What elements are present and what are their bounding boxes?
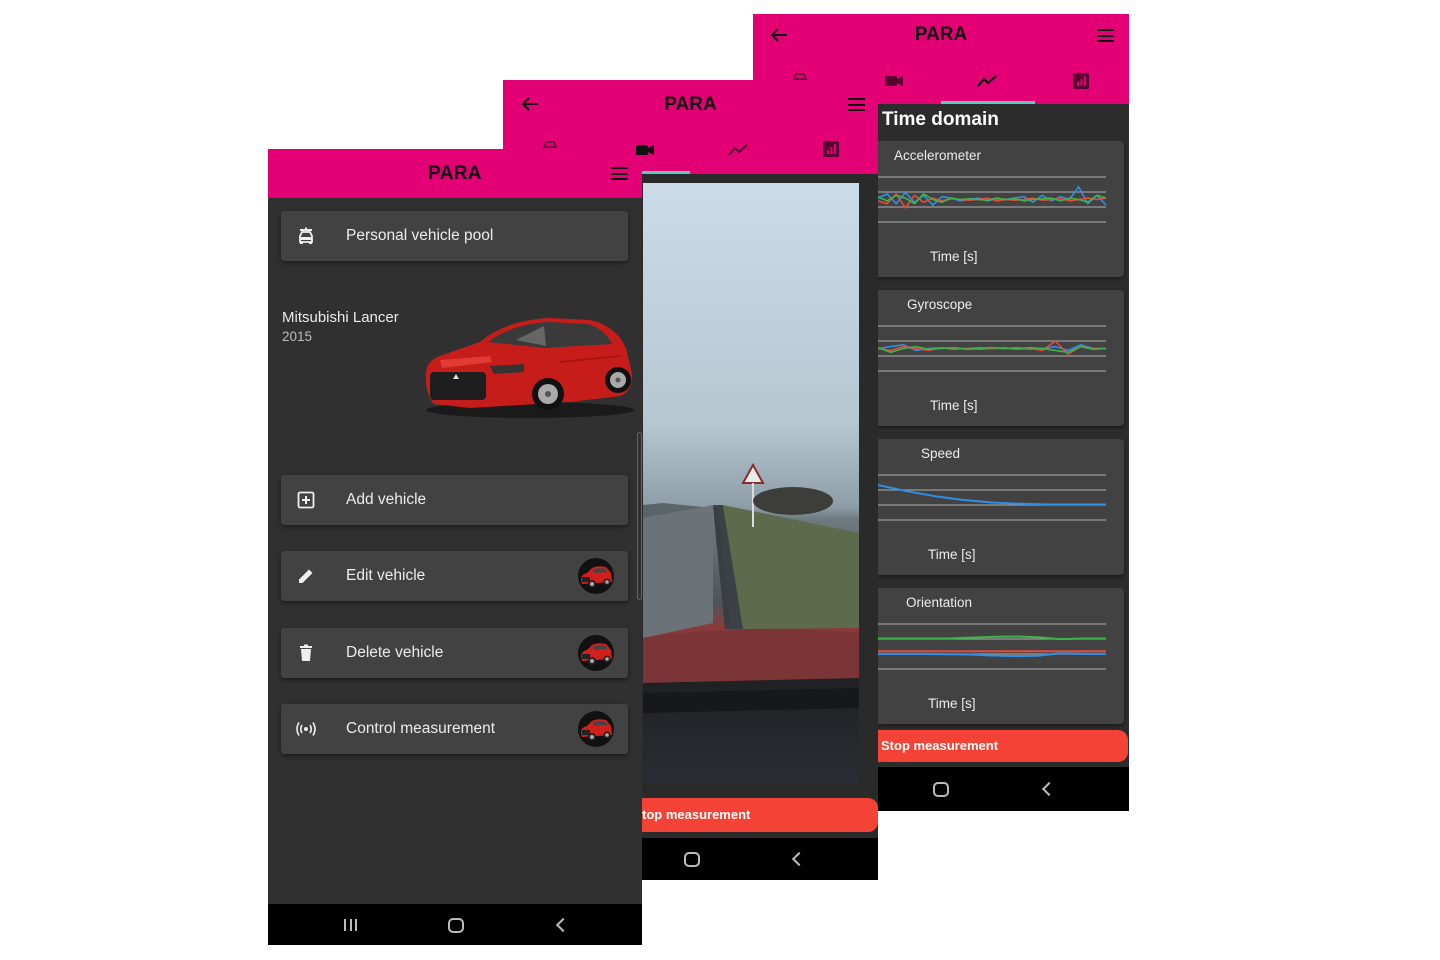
app-title: PARA [914,24,968,45]
phone3-tab-row [878,66,1129,100]
car-icon[interactable] [543,140,557,148]
app-title: PARA [428,163,482,184]
gyroscope-chart [878,325,1107,372]
delete-vehicle-label: Delete vehicle [346,644,444,661]
system-nav-bar [878,767,1129,811]
edit-vehicle-label: Edit vehicle [346,567,426,584]
vehicle-avatar [578,711,614,747]
video-camera-icon[interactable] [885,75,903,87]
orientation-chart-card: Orientation Time [s] [878,588,1124,724]
phone-vehicle-pool: PARA Personal vehicle pool Mitsubishi La… [268,149,642,945]
app-title: PARA [664,94,717,115]
vehicle-avatar [578,558,614,594]
x-axis-label: Time [s] [928,547,976,562]
accelerometer-chart-card: Accelerometer Time [s] [878,141,1124,277]
road-scene [643,462,859,713]
vehicle-avatar [578,635,614,671]
line-chart-icon[interactable] [728,144,748,156]
stop-measurement-button[interactable]: Stop measurement [878,730,1128,762]
vehicle-name: Mitsubishi Lancer [282,309,399,326]
stop-measurement-label: top measurement [642,807,751,822]
chart-title: Orientation [906,595,973,610]
scrollbar-thumb[interactable] [637,432,642,600]
garage-car-icon [299,227,313,244]
pencil-icon [299,569,313,583]
menu-icon[interactable] [611,167,628,180]
phone2-tab-row [636,130,878,170]
control-measurement-button[interactable]: Control measurement [281,704,628,754]
stop-measurement-label: Stop measurement [881,738,999,753]
section-title: Time domain [882,109,999,130]
menu-icon[interactable] [1097,29,1114,42]
control-measurement-label: Control measurement [346,720,496,737]
system-nav-bar [642,838,878,880]
home-icon[interactable] [933,782,949,797]
gyroscope-chart-card: Gyroscope Time [s] [878,290,1124,426]
tab-indicator [941,101,1035,104]
line-chart-icon[interactable] [977,75,997,87]
x-axis-label: Time [s] [930,398,978,413]
phone-camera-view: top measurement [642,80,878,880]
vehicle-year: 2015 [282,329,313,344]
x-axis-label: Time [s] [930,249,978,264]
bar-chart-icon[interactable] [1073,73,1089,89]
phone-time-domain: Time domain Accelerometer Time [s] Gyros… [878,14,1129,811]
trash-icon [300,644,312,661]
speed-chart [878,474,1106,521]
delete-vehicle-button[interactable]: Delete vehicle [281,628,628,678]
system-nav-bar [268,904,642,945]
home-icon[interactable] [448,918,464,933]
car-icon[interactable] [793,73,807,80]
series-line-speed [878,484,1106,506]
back-nav-icon[interactable] [1041,781,1057,797]
camera-preview [643,183,859,783]
vehicle-image [425,318,634,418]
add-box-icon [297,491,315,509]
orientation-chart [878,623,1106,670]
video-camera-icon[interactable] [636,144,654,156]
edit-vehicle-button[interactable]: Edit vehicle [281,551,628,601]
recent-apps-icon[interactable] [344,919,357,931]
home-icon[interactable] [684,852,700,867]
add-vehicle-label: Add vehicle [346,491,427,508]
app-bar: PARA [268,149,642,198]
chart-title: Accelerometer [894,148,982,163]
x-axis-label: Time [s] [928,696,976,711]
add-vehicle-button[interactable]: Add vehicle [281,475,628,525]
personal-vehicle-pool-label: Personal vehicle pool [346,227,494,244]
accelerometer-chart [878,176,1107,223]
personal-vehicle-pool-button[interactable]: Personal vehicle pool [281,211,628,261]
menu-icon[interactable] [848,98,865,111]
tab-indicator [642,171,690,174]
speed-chart-card: Speed Time [s] [878,439,1124,575]
bar-chart-icon[interactable] [823,141,839,157]
back-nav-icon[interactable] [555,917,571,933]
chart-title: Speed [921,446,961,461]
broadcast-icon [296,722,316,736]
stop-measurement-button[interactable]: top measurement [642,798,878,832]
chart-title: Gyroscope [907,297,973,312]
back-nav-icon[interactable] [791,851,807,867]
